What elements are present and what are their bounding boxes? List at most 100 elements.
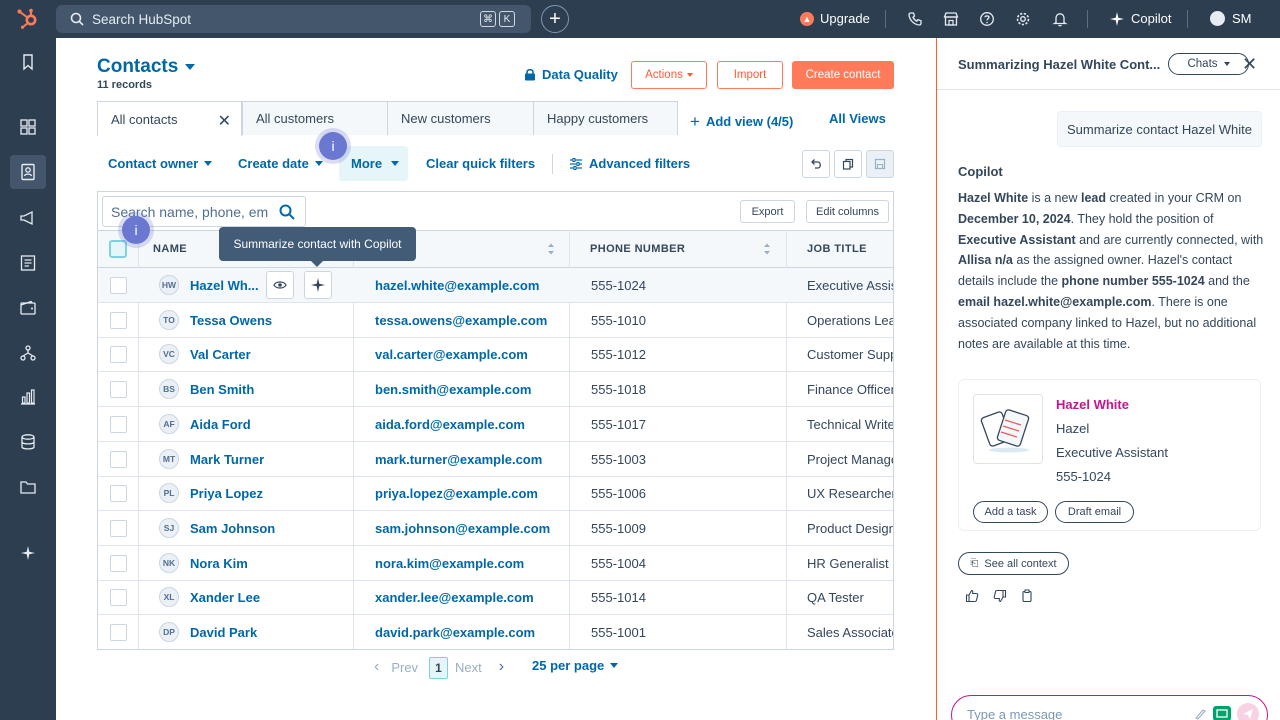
close-panel-icon[interactable]: ✕ [1242, 54, 1257, 75]
contact-email-link[interactable]: xander.lee@example.com [375, 590, 534, 605]
clear-quick-filters-button[interactable]: Clear quick filters [426, 156, 535, 171]
row-checkbox[interactable] [110, 277, 127, 294]
copilot-button[interactable]: Copilot [1110, 11, 1171, 26]
automation-icon[interactable] [18, 343, 38, 363]
copilot-summarize-button[interactable] [304, 271, 332, 299]
contact-card-name-link[interactable]: Hazel White [1056, 397, 1129, 412]
hubspot-logo-icon[interactable] [16, 8, 40, 30]
import-button[interactable]: Import [717, 61, 783, 89]
column-header-name[interactable]: NAME [153, 243, 187, 255]
upgrade-button[interactable]: ▲ Upgrade [800, 11, 870, 26]
contact-email-link[interactable]: val.carter@example.com [375, 347, 528, 362]
data-management-database-icon[interactable] [18, 432, 38, 452]
contact-email-link[interactable]: aida.ford@example.com [375, 417, 525, 432]
preview-button[interactable] [266, 271, 294, 299]
close-icon[interactable]: ✕ [218, 111, 231, 131]
contact-email-link[interactable]: priya.lopez@example.com [375, 486, 538, 501]
draft-email-button[interactable]: Draft email [1055, 501, 1134, 523]
contact-name-link[interactable]: David Park [190, 625, 257, 640]
settings-gear-icon[interactable] [1015, 11, 1031, 27]
contact-email-link[interactable]: hazel.white@example.com [375, 278, 539, 293]
all-views-link[interactable]: All Views [829, 111, 886, 126]
help-icon[interactable] [979, 11, 995, 27]
contact-name-link[interactable]: Hazel Wh... [190, 278, 259, 293]
tab-all-customers[interactable]: All customers [242, 101, 388, 135]
attachment-icon[interactable] [1212, 704, 1232, 720]
contact-name-link[interactable]: Aida Ford [190, 417, 251, 432]
contact-email-link[interactable]: mark.turner@example.com [375, 452, 542, 467]
add-view-button[interactable]: + Add view (4/5) [690, 111, 793, 131]
create-contact-button[interactable]: Create contact [792, 61, 894, 89]
breeze-sparkle-icon[interactable] [18, 543, 38, 563]
row-checkbox[interactable] [110, 554, 127, 572]
library-folder-icon[interactable] [18, 477, 38, 497]
row-checkbox[interactable] [110, 450, 127, 468]
thumbs-up-icon[interactable] [965, 589, 979, 603]
reset-view-button[interactable] [802, 150, 830, 178]
send-icon[interactable] [1236, 702, 1260, 720]
contact-email-link[interactable]: nora.kim@example.com [375, 556, 524, 571]
account-menu[interactable]: SM [1210, 11, 1252, 26]
row-checkbox[interactable] [110, 346, 127, 364]
save-view-button[interactable] [866, 150, 894, 178]
contacts-icon[interactable] [18, 162, 38, 182]
contact-name-link[interactable]: Priya Lopez [190, 486, 263, 501]
message-input[interactable]: Type a message [951, 695, 1268, 720]
contact-name-link[interactable]: Val Carter [190, 347, 251, 362]
export-button[interactable]: Export [740, 200, 795, 223]
sort-icon[interactable] [763, 242, 771, 256]
row-checkbox[interactable] [110, 624, 127, 641]
see-all-context-button[interactable]: ⎗ See all context [958, 552, 1069, 575]
content-icon[interactable] [18, 253, 38, 273]
phone-icon[interactable] [907, 11, 923, 27]
tab-all-contacts[interactable]: All contacts ✕ [97, 101, 242, 136]
per-page-dropdown[interactable]: 25 per page [532, 658, 619, 673]
current-page-number[interactable]: 1 [429, 657, 448, 679]
object-switcher-dropdown[interactable]: Contacts [97, 56, 196, 78]
create-new-button[interactable]: + [541, 5, 569, 33]
marketing-megaphone-icon[interactable] [18, 208, 38, 228]
create-date-filter[interactable]: Create date [238, 156, 323, 171]
info-hotspot[interactable]: i [122, 216, 150, 244]
edit-columns-button[interactable]: Edit columns [806, 200, 889, 223]
advanced-filters-button[interactable]: Advanced filters [570, 156, 690, 171]
workspaces-grid-icon[interactable] [18, 117, 38, 137]
commerce-wallet-icon[interactable] [18, 298, 38, 318]
next-page-button[interactable]: Next › [455, 658, 504, 676]
row-checkbox[interactable] [110, 589, 127, 607]
contact-name-link[interactable]: Mark Turner [190, 452, 264, 467]
row-checkbox[interactable] [110, 519, 127, 537]
chats-dropdown[interactable]: Chats [1168, 53, 1249, 75]
notifications-bell-icon[interactable] [1052, 11, 1068, 27]
contact-name-link[interactable]: Xander Lee [190, 590, 260, 605]
prompt-icon[interactable] [1193, 707, 1207, 720]
add-task-button[interactable]: Add a task [973, 501, 1048, 523]
clone-view-button[interactable] [834, 150, 862, 178]
row-checkbox[interactable] [110, 311, 127, 329]
more-filters-button[interactable]: More [351, 156, 400, 171]
contact-owner-filter[interactable]: Contact owner [108, 156, 213, 171]
tab-new-customers[interactable]: New customers [387, 101, 534, 135]
actions-dropdown-button[interactable]: Actions [631, 61, 707, 89]
copy-icon[interactable] [1020, 589, 1034, 603]
reports-chart-icon[interactable] [18, 387, 38, 407]
bookmarks-icon[interactable] [18, 52, 38, 72]
search-icon[interactable] [279, 204, 295, 220]
thumbs-down-icon[interactable] [993, 589, 1007, 603]
contact-email-link[interactable]: sam.johnson@example.com [375, 521, 550, 536]
contact-email-link[interactable]: ben.smith@example.com [375, 382, 531, 397]
marketplace-icon[interactable] [943, 11, 959, 27]
contact-name-link[interactable]: Nora Kim [190, 556, 248, 571]
column-header-job-title[interactable]: JOB TITLE [807, 243, 867, 255]
prev-page-button[interactable]: ‹ Prev [374, 658, 418, 676]
contact-email-link[interactable]: david.park@example.com [375, 625, 535, 640]
contact-name-link[interactable]: Sam Johnson [190, 521, 275, 536]
column-header-phone[interactable]: PHONE NUMBER [590, 243, 685, 255]
data-quality-link[interactable]: Data Quality [524, 67, 618, 82]
row-checkbox[interactable] [110, 485, 127, 503]
select-all-checkbox[interactable] [109, 240, 127, 258]
global-search-input[interactable]: Search HubSpot ⌘ K [56, 5, 531, 33]
row-checkbox[interactable] [110, 415, 127, 433]
info-hotspot[interactable]: i [319, 132, 347, 160]
contact-email-link[interactable]: tessa.owens@example.com [375, 313, 547, 328]
